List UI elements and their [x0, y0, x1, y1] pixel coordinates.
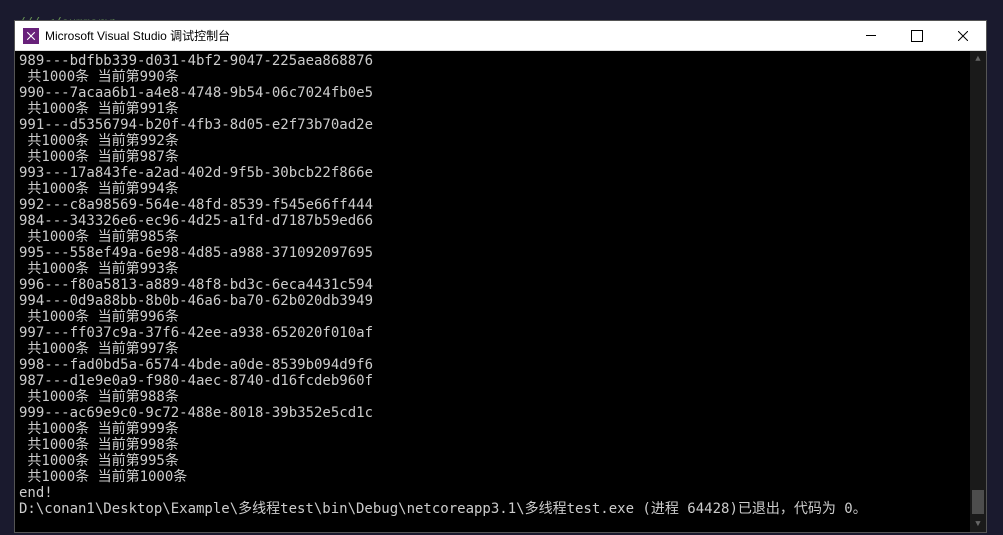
- scroll-down-icon[interactable]: ▼: [970, 516, 986, 532]
- console-line: 997---ff037c9a-37f6-42ee-a938-652020f010…: [19, 325, 982, 341]
- console-line: 998---fad0bd5a-6574-4bde-a0de-8539b094d9…: [19, 357, 982, 373]
- console-line: 995---558ef49a-6e98-4d85-a988-3710920976…: [19, 245, 982, 261]
- console-line: 共1000条 当前第999条: [19, 421, 982, 437]
- app-icon: [23, 28, 39, 44]
- window-controls: [848, 21, 986, 50]
- window-title: Microsoft Visual Studio 调试控制台: [45, 27, 848, 44]
- console-line: 987---d1e9e0a9-f980-4aec-8740-d16fcdeb96…: [19, 373, 982, 389]
- console-line: 共1000条 当前第992条: [19, 133, 982, 149]
- console-window: Microsoft Visual Studio 调试控制台 989---bdfb…: [14, 20, 987, 533]
- console-line: 992---c8a98569-564e-48fd-8539-f545e66ff4…: [19, 197, 982, 213]
- console-line: D:\conan1\Desktop\Example\多线程test\bin\De…: [19, 501, 982, 517]
- console-line: 共1000条 当前第996条: [19, 309, 982, 325]
- console-line: 999---ac69e9c0-9c72-488e-8018-39b352e5cd…: [19, 405, 982, 421]
- scroll-up-icon[interactable]: ▲: [970, 51, 986, 67]
- console-output[interactable]: 989---bdfbb339-d031-4bf2-9047-225aea8688…: [15, 51, 986, 532]
- console-line: end!: [19, 485, 982, 501]
- close-button[interactable]: [940, 21, 986, 50]
- minimize-button[interactable]: [848, 21, 894, 50]
- console-line: 共1000条 当前第997条: [19, 341, 982, 357]
- vertical-scrollbar[interactable]: ▲ ▼: [970, 51, 986, 532]
- titlebar[interactable]: Microsoft Visual Studio 调试控制台: [15, 21, 986, 51]
- console-line: 990---7acaa6b1-a4e8-4748-9b54-06c7024fb0…: [19, 85, 982, 101]
- console-line: 共1000条 当前第990条: [19, 69, 982, 85]
- maximize-button[interactable]: [894, 21, 940, 50]
- console-line: 996---f80a5813-a889-48f8-bd3c-6eca4431c5…: [19, 277, 982, 293]
- console-line: 共1000条 当前第1000条: [19, 469, 982, 485]
- console-line: 共1000条 当前第988条: [19, 389, 982, 405]
- console-line: 994---0d9a88bb-8b0b-46a6-ba70-62b020db39…: [19, 293, 982, 309]
- console-line: 共1000条 当前第985条: [19, 229, 982, 245]
- console-line: 共1000条 当前第993条: [19, 261, 982, 277]
- console-line: 共1000条 当前第994条: [19, 181, 982, 197]
- console-line: 共1000条 当前第991条: [19, 101, 982, 117]
- console-line: 991---d5356794-b20f-4fb3-8d05-e2f73b70ad…: [19, 117, 982, 133]
- console-line: 989---bdfbb339-d031-4bf2-9047-225aea8688…: [19, 53, 982, 69]
- console-line: 共1000条 当前第998条: [19, 437, 982, 453]
- console-line: 984---343326e6-ec96-4d25-a1fd-d7187b59ed…: [19, 213, 982, 229]
- console-line: 993---17a843fe-a2ad-402d-9f5b-30bcb22f86…: [19, 165, 982, 181]
- console-line: 共1000条 当前第995条: [19, 453, 982, 469]
- console-line: 共1000条 当前第987条: [19, 149, 982, 165]
- scrollbar-thumb[interactable]: [972, 490, 984, 514]
